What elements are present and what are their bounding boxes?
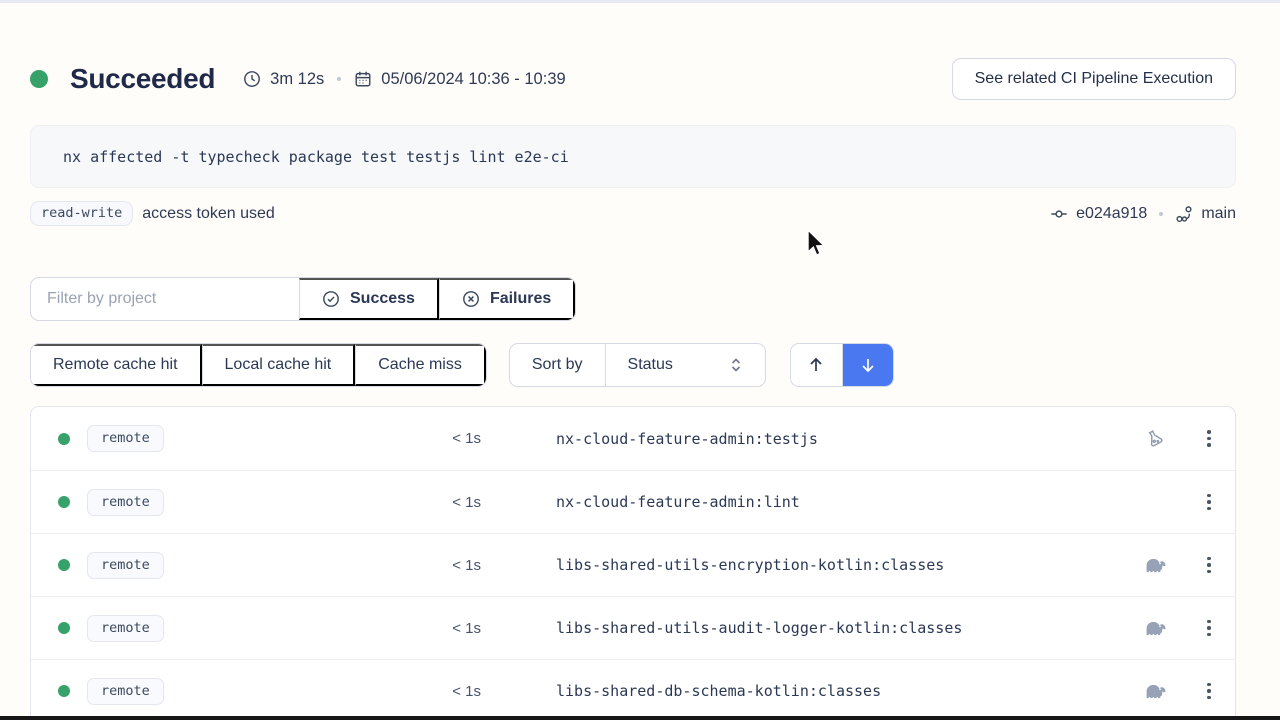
arrow-up-icon (807, 356, 825, 374)
gradle-elephant-icon (1144, 556, 1167, 574)
filter-by-project-input[interactable] (31, 278, 299, 320)
cache-source-badge: remote (87, 489, 164, 516)
task-duration: < 1s (421, 494, 481, 511)
task-row[interactable]: remote < 1s libs-shared-db-schema-kotlin… (31, 659, 1235, 720)
task-row[interactable]: remote < 1s libs-shared-utils-encryption… (31, 533, 1235, 596)
cache-source-badge: remote (87, 615, 164, 642)
access-token-text: access token used (142, 205, 275, 223)
access-token-badge: read-write (30, 201, 133, 226)
task-menu-button[interactable] (1193, 423, 1225, 455)
task-list: remote < 1s nx-cloud-feature-admin:testj… (30, 406, 1236, 720)
task-duration: < 1s (421, 620, 481, 637)
filter-row: Success Failures (30, 277, 1236, 321)
project-filter-group: Success Failures (30, 277, 576, 321)
duration-text: 3m 12s (270, 70, 324, 89)
failures-filter-label: Failures (490, 290, 551, 308)
success-filter-button[interactable]: Success (299, 278, 439, 320)
task-icon-slot (1135, 556, 1175, 574)
task-menu-button[interactable] (1193, 486, 1225, 518)
branch-name: main (1201, 205, 1236, 223)
see-related-ci-pipeline-button[interactable]: See related CI Pipeline Execution (952, 58, 1236, 100)
execution-header: Succeeded 3m 12s 05/06/2024 10:36 - 10:3… (30, 57, 1236, 101)
commit-icon (1050, 205, 1068, 223)
sort-by-label: Sort by (510, 344, 605, 386)
task-menu-button[interactable] (1193, 675, 1225, 707)
task-name: nx-cloud-feature-admin:lint (556, 493, 800, 511)
task-icon-slot (1135, 682, 1175, 700)
x-circle-icon (462, 290, 480, 308)
gradle-elephant-icon (1144, 682, 1167, 700)
arrow-down-icon (859, 356, 877, 374)
sort-ascending-button[interactable] (791, 344, 842, 386)
cache-source-badge: remote (87, 678, 164, 705)
task-row[interactable]: remote < 1s nx-cloud-feature-admin:testj… (31, 407, 1235, 470)
clock-icon (243, 70, 261, 88)
check-circle-icon (322, 290, 340, 308)
flask-icon (1144, 428, 1166, 450)
vcs-info: e024a918 main (1050, 205, 1236, 223)
sort-select-value: Status (628, 356, 673, 374)
task-name: libs-shared-utils-audit-logger-kotlin:cl… (556, 619, 962, 637)
bottom-bar (0, 716, 1280, 720)
task-menu-button[interactable] (1193, 612, 1225, 644)
task-icon-slot (1135, 619, 1175, 637)
cache-miss-button[interactable]: Cache miss (355, 344, 486, 386)
success-filter-label: Success (350, 290, 415, 308)
date-range-text: 05/06/2024 10:36 - 10:39 (381, 70, 565, 89)
separator-dot (337, 77, 341, 81)
task-status-dot (58, 559, 70, 571)
sort-direction-group (790, 343, 894, 387)
task-duration: < 1s (421, 430, 481, 447)
run-command: nx affected -t typecheck package test te… (30, 125, 1236, 188)
task-status-dot (58, 622, 70, 634)
toolbar-row: Remote cache hit Local cache hit Cache m… (30, 343, 1236, 387)
execution-meta: 3m 12s 05/06/2024 10:36 - 10:39 (243, 70, 566, 89)
calendar-icon (354, 70, 372, 88)
token-row: read-write access token used e024a918 ma… (30, 201, 1236, 226)
task-status-dot (58, 685, 70, 697)
task-status-dot (58, 433, 70, 445)
task-status-dot (58, 496, 70, 508)
task-duration: < 1s (421, 557, 481, 574)
sort-select[interactable]: Status (605, 344, 765, 386)
page-title: Succeeded (70, 63, 215, 95)
sort-group: Sort by Status (509, 343, 766, 387)
pipeline-execution-page: Succeeded 3m 12s 05/06/2024 10:36 - 10:3… (0, 3, 1280, 720)
local-cache-hit-button[interactable]: Local cache hit (202, 344, 356, 386)
failures-filter-button[interactable]: Failures (439, 278, 575, 320)
git-branch-icon (1175, 205, 1193, 223)
cache-source-badge: remote (87, 552, 164, 579)
task-menu-button[interactable] (1193, 549, 1225, 581)
gradle-elephant-icon (1144, 619, 1167, 637)
task-name: libs-shared-utils-encryption-kotlin:clas… (556, 556, 944, 574)
task-row[interactable]: remote < 1s nx-cloud-feature-admin:lint (31, 470, 1235, 533)
task-name: nx-cloud-feature-admin:testjs (556, 430, 818, 448)
task-duration: < 1s (421, 683, 481, 700)
task-name: libs-shared-db-schema-kotlin:classes (556, 682, 881, 700)
commit-hash: e024a918 (1076, 205, 1147, 223)
status-dot (30, 70, 48, 88)
sort-descending-button[interactable] (842, 344, 893, 386)
separator-dot (1159, 212, 1163, 216)
cache-source-badge: remote (87, 425, 164, 452)
task-row[interactable]: remote < 1s libs-shared-utils-audit-logg… (31, 596, 1235, 659)
cache-filter-group: Remote cache hit Local cache hit Cache m… (30, 343, 487, 387)
chevron-up-down-icon (729, 357, 743, 373)
remote-cache-hit-button[interactable]: Remote cache hit (31, 344, 202, 386)
task-icon-slot (1135, 428, 1175, 450)
